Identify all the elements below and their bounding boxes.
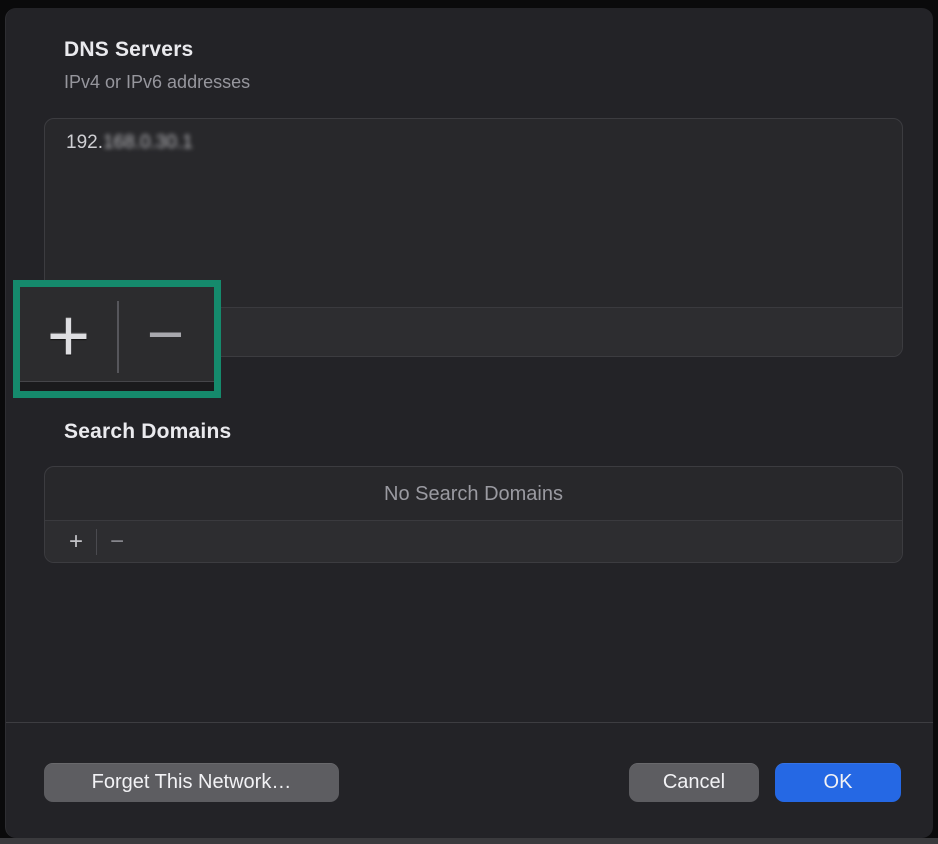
search-domain-add-button[interactable]: + xyxy=(63,530,89,554)
search-domains-empty-text: No Search Domains xyxy=(384,483,563,506)
dns-entry-redacted: 168.0.30.1 xyxy=(103,132,193,153)
window-bottom-edge xyxy=(0,838,938,844)
search-domains-list[interactable]: No Search Domains + − xyxy=(44,466,903,563)
dns-servers-subtitle: IPv4 or IPv6 addresses xyxy=(64,72,250,93)
dns-add-remove-highlight: + − xyxy=(13,280,221,398)
dns-server-entry[interactable]: 192.168.0.30.1 xyxy=(66,132,193,154)
button-divider xyxy=(96,529,97,555)
plus-icon: + xyxy=(69,528,83,555)
dns-servers-heading: DNS Servers xyxy=(64,38,193,62)
ok-button[interactable]: OK xyxy=(775,763,901,802)
dns-remove-button[interactable]: − xyxy=(117,287,214,391)
button-divider xyxy=(117,301,119,373)
callout-bottom-edge xyxy=(20,381,214,391)
search-domains-footer: + − xyxy=(45,520,902,562)
minus-icon: − xyxy=(147,302,184,366)
dns-entry-prefix: 192. xyxy=(66,132,103,153)
dns-add-button[interactable]: + xyxy=(20,287,117,391)
network-details-dialog: DNS Servers IPv4 or IPv6 addresses 192.1… xyxy=(5,8,933,838)
cancel-button[interactable]: Cancel xyxy=(629,763,759,802)
search-domains-empty-row: No Search Domains xyxy=(45,467,902,522)
search-domains-heading: Search Domains xyxy=(64,420,231,444)
minus-icon: − xyxy=(110,528,124,555)
forget-network-button[interactable]: Forget This Network… xyxy=(44,763,339,802)
plus-icon: + xyxy=(47,299,90,373)
search-domain-remove-button[interactable]: − xyxy=(104,530,130,554)
footer-divider xyxy=(6,722,933,723)
